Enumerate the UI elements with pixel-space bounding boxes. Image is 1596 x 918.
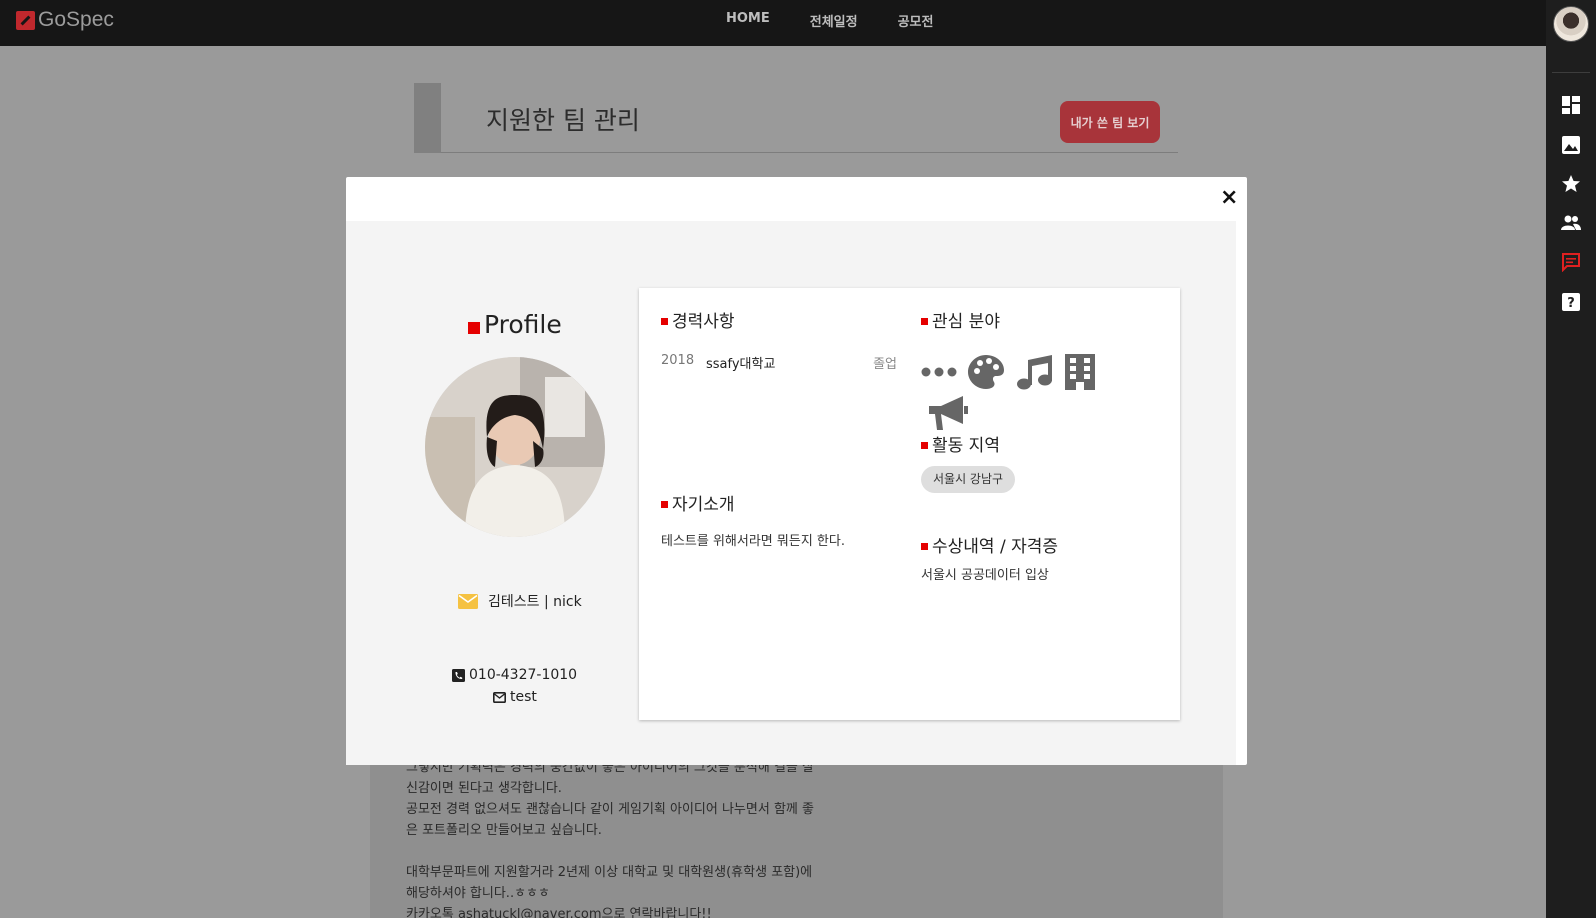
right-sidebar: ? [1546, 0, 1596, 918]
chat-icon[interactable] [1561, 252, 1581, 272]
bg-line: 은 포트폴리오 만들어보고 싶습니다. [406, 823, 602, 838]
bg-line: 카카오톡 ashatuckl@naver.com으로 연락바랍니다!! [406, 907, 712, 918]
nav-contest[interactable]: 공모전 [898, 11, 934, 30]
page-title: 지원한 팀 관리 [486, 106, 640, 135]
red-square-icon [921, 318, 928, 325]
nav-home[interactable]: HOME [726, 11, 770, 30]
phone-number: 010-4327-1010 [469, 667, 578, 683]
phone-icon [452, 668, 465, 682]
close-button[interactable]: × [1220, 185, 1238, 210]
profile-heading: Profile [468, 310, 562, 339]
dashboard-icon[interactable] [1561, 95, 1581, 115]
red-square-icon [921, 442, 928, 449]
career-year: 2018 [661, 353, 695, 368]
profile-title-text: Profile [484, 310, 562, 339]
phone-line: 010-4327-1010 [452, 667, 577, 683]
help-icon[interactable]: ? [1561, 292, 1581, 312]
bg-line: 해당하셔야 합니다..ㅎㅎㅎ [406, 886, 550, 901]
more-dots-icon [921, 367, 957, 377]
career-school: ssafy대학교 [706, 357, 776, 372]
bg-line: 공모전 경력 없으셔도 괜찮습니다 같이 게임기획 아이디어 나누면서 함께 좋 [406, 802, 814, 817]
region-chip: 서울시 강남구 [921, 466, 1016, 493]
career-heading-text: 경력사항 [672, 312, 735, 332]
awards-heading: 수상내역 / 자격증 [921, 532, 1058, 557]
career-item: 2018 ssafy대학교 졸업 [661, 353, 897, 372]
profile-photo [425, 357, 605, 537]
user-name-line: 김테스트 | nick [458, 591, 582, 611]
region-heading-text: 활동 지역 [932, 436, 1000, 456]
sidebar-divider [1552, 72, 1590, 73]
star-icon[interactable] [1561, 174, 1581, 194]
brand-name: GoSpec [38, 8, 114, 31]
logo-icon [16, 10, 35, 30]
interests-heading-text: 관심 분야 [932, 312, 1000, 332]
career-status: 졸업 [873, 357, 897, 372]
svg-text:?: ? [1567, 296, 1575, 311]
awards-heading-text: 수상내역 / 자격증 [932, 537, 1059, 557]
palette-icon [968, 355, 1004, 389]
music-note-icon [1017, 355, 1052, 390]
my-team-button[interactable]: 내가 쓴 팀 보기 [1060, 101, 1160, 143]
email-value: test [510, 689, 537, 705]
bg-line: 신감이면 된다고 생각합니다. [406, 781, 562, 796]
top-navbar: GoSpec HOME 전체일정 공모전 [0, 0, 1546, 46]
region-heading: 활동 지역 [921, 431, 1000, 456]
building-icon [1065, 354, 1095, 390]
bg-line: 대학부문파트에 지원할거라 2년제 이상 대학교 및 대학원생(휴학생 포함)에 [406, 865, 813, 880]
intro-heading: 자기소개 [661, 490, 735, 515]
red-square-icon [468, 321, 480, 334]
mail-icon [458, 593, 478, 609]
red-square-icon [661, 318, 668, 325]
intro-text: 테스트를 위해서라면 뭐든지 한다. [661, 534, 845, 549]
award-text: 서울시 공공데이터 입상 [921, 568, 1049, 583]
brand-logo[interactable]: GoSpec [16, 8, 114, 32]
user-name: 김테스트 | nick [488, 594, 582, 610]
main-nav: HOME 전체일정 공모전 [726, 11, 933, 30]
people-icon[interactable] [1561, 213, 1581, 233]
intro-heading-text: 자기소개 [672, 495, 735, 515]
email-line: test [493, 689, 537, 705]
red-square-icon [661, 501, 668, 508]
career-heading: 경력사항 [661, 307, 735, 332]
background-post-text: 그렇지만 기획력은 경력의 중간값이 좋은 아이디어의 그것을 분석해 결을 살… [406, 757, 866, 918]
bg-line [406, 841, 866, 862]
image-icon[interactable] [1561, 135, 1581, 155]
nav-full-schedule[interactable]: 전체일정 [810, 11, 858, 30]
profile-photo-image [425, 357, 605, 537]
header-accent-bar [414, 83, 441, 153]
interests-heading: 관심 분야 [921, 307, 1000, 332]
megaphone-icon [929, 396, 968, 430]
red-square-icon [921, 543, 928, 550]
user-avatar[interactable] [1553, 6, 1589, 42]
envelope-icon [493, 691, 506, 703]
